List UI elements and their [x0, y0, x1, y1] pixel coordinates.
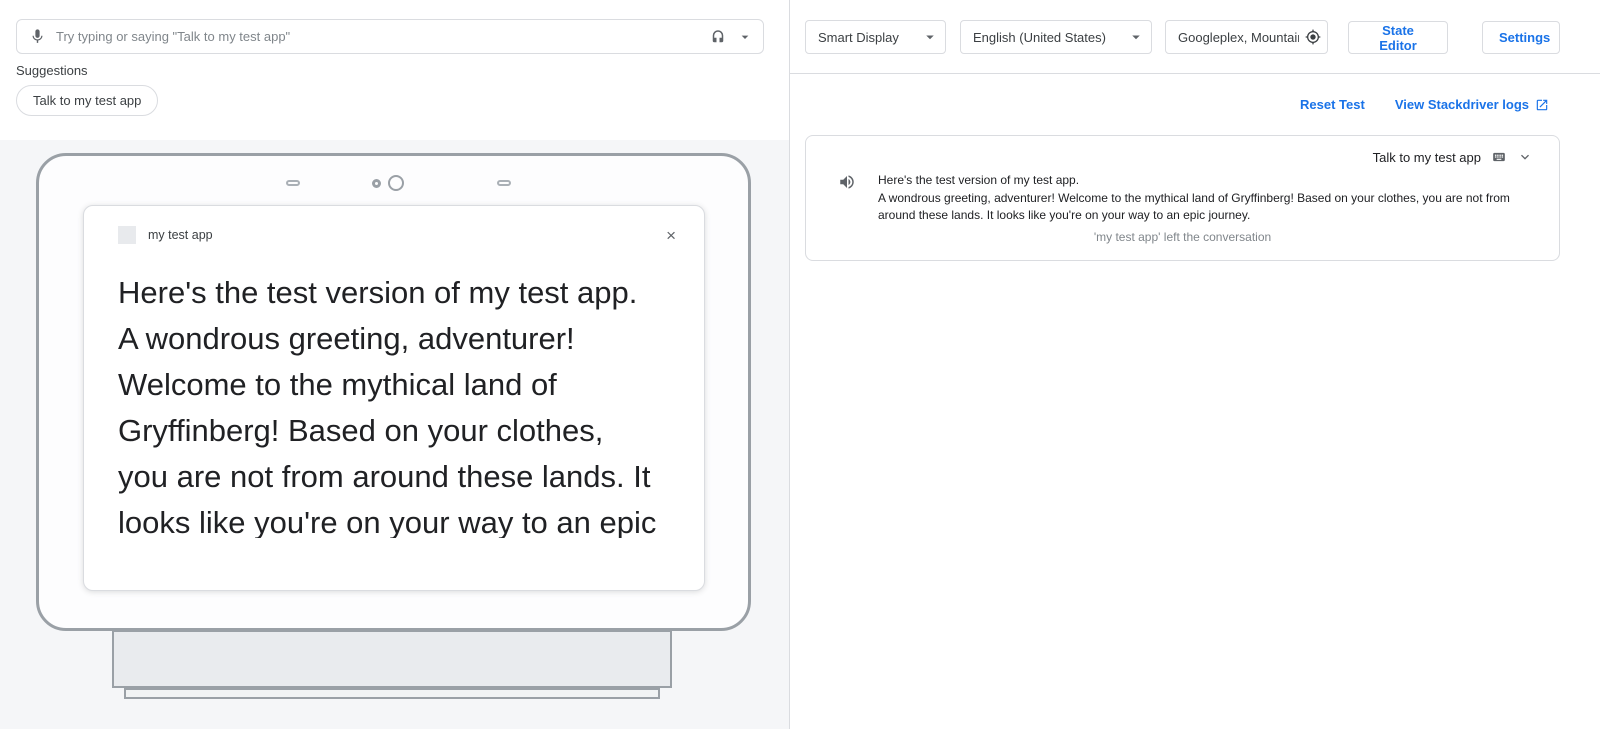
simulator-input-panel: Suggestions Talk to my test app my test … [0, 0, 790, 729]
device-screen: my test app × Here's the test version of… [83, 205, 705, 591]
user-query-text: Talk to my test app [1373, 150, 1481, 165]
device-response-body: A wondrous greeting, adventurer! Welcome… [118, 316, 660, 538]
query-input[interactable] [56, 29, 699, 44]
response-line2: A wondrous greeting, adventurer! Welcome… [878, 190, 1525, 225]
conversation-card: Talk to my test app Here's the test vers… [805, 135, 1560, 261]
response-line1: Here's the test version of my test app. [878, 172, 1525, 190]
smart-display-device: my test app × Here's the test version of… [36, 153, 751, 631]
device-response-line1: Here's the test version of my test app. [118, 270, 660, 316]
volume-icon[interactable] [838, 172, 856, 191]
location-field[interactable]: Googleplex, Mountain ... [1165, 20, 1328, 54]
keyboard-input-icon [1490, 150, 1508, 164]
assistant-response-text: Here's the test version of my test app. … [878, 172, 1525, 225]
surface-select-value: Smart Display [818, 30, 899, 45]
simulator-toolbar: Smart Display English (United States) Go… [790, 0, 1600, 74]
chevron-down-icon[interactable] [1517, 149, 1533, 165]
device-camera-icon [388, 175, 404, 191]
app-logo-placeholder [118, 226, 136, 244]
device-speaker-slot-icon [286, 180, 300, 186]
device-app-name: my test app [148, 228, 213, 242]
location-field-value: Googleplex, Mountain ... [1178, 30, 1299, 45]
language-select[interactable]: English (United States) [960, 20, 1152, 54]
device-base [124, 688, 660, 699]
audio-caret-icon[interactable] [737, 29, 753, 45]
device-screen-header: my test app × [118, 226, 676, 244]
device-preview-area: my test app × Here's the test version of… [0, 140, 789, 729]
state-editor-button[interactable]: State Editor [1348, 21, 1448, 54]
settings-button[interactable]: Settings [1482, 21, 1560, 54]
my-location-icon [1305, 29, 1321, 45]
device-stand [112, 630, 672, 688]
view-stackdriver-logs-link[interactable]: View Stackdriver logs [1395, 97, 1549, 112]
language-select-value: English (United States) [973, 30, 1106, 45]
user-turn-row: Talk to my test app [806, 136, 1559, 165]
conversation-end-text: 'my test app' left the conversation [806, 225, 1559, 244]
suggestions-label: Suggestions [16, 63, 88, 78]
caret-down-icon [921, 28, 939, 46]
close-icon[interactable]: × [666, 227, 676, 244]
reset-test-link[interactable]: Reset Test [1300, 97, 1365, 112]
audio-settings-icon[interactable] [709, 28, 727, 46]
surface-select[interactable]: Smart Display [805, 20, 946, 54]
query-input-bar [16, 19, 764, 54]
external-link-icon [1535, 98, 1549, 112]
test-links-row: Reset Test View Stackdriver logs [1300, 97, 1549, 112]
caret-down-icon [1127, 28, 1145, 46]
suggestion-chip[interactable]: Talk to my test app [16, 85, 158, 116]
microphone-icon[interactable] [29, 28, 46, 45]
device-sensor-icon [372, 179, 381, 188]
device-screen-text: Here's the test version of my test app. … [118, 270, 660, 538]
assistant-response-row: Here's the test version of my test app. … [806, 165, 1559, 225]
device-speaker-slot-icon [497, 180, 511, 186]
simulator-test-panel: Smart Display English (United States) Go… [790, 0, 1600, 729]
